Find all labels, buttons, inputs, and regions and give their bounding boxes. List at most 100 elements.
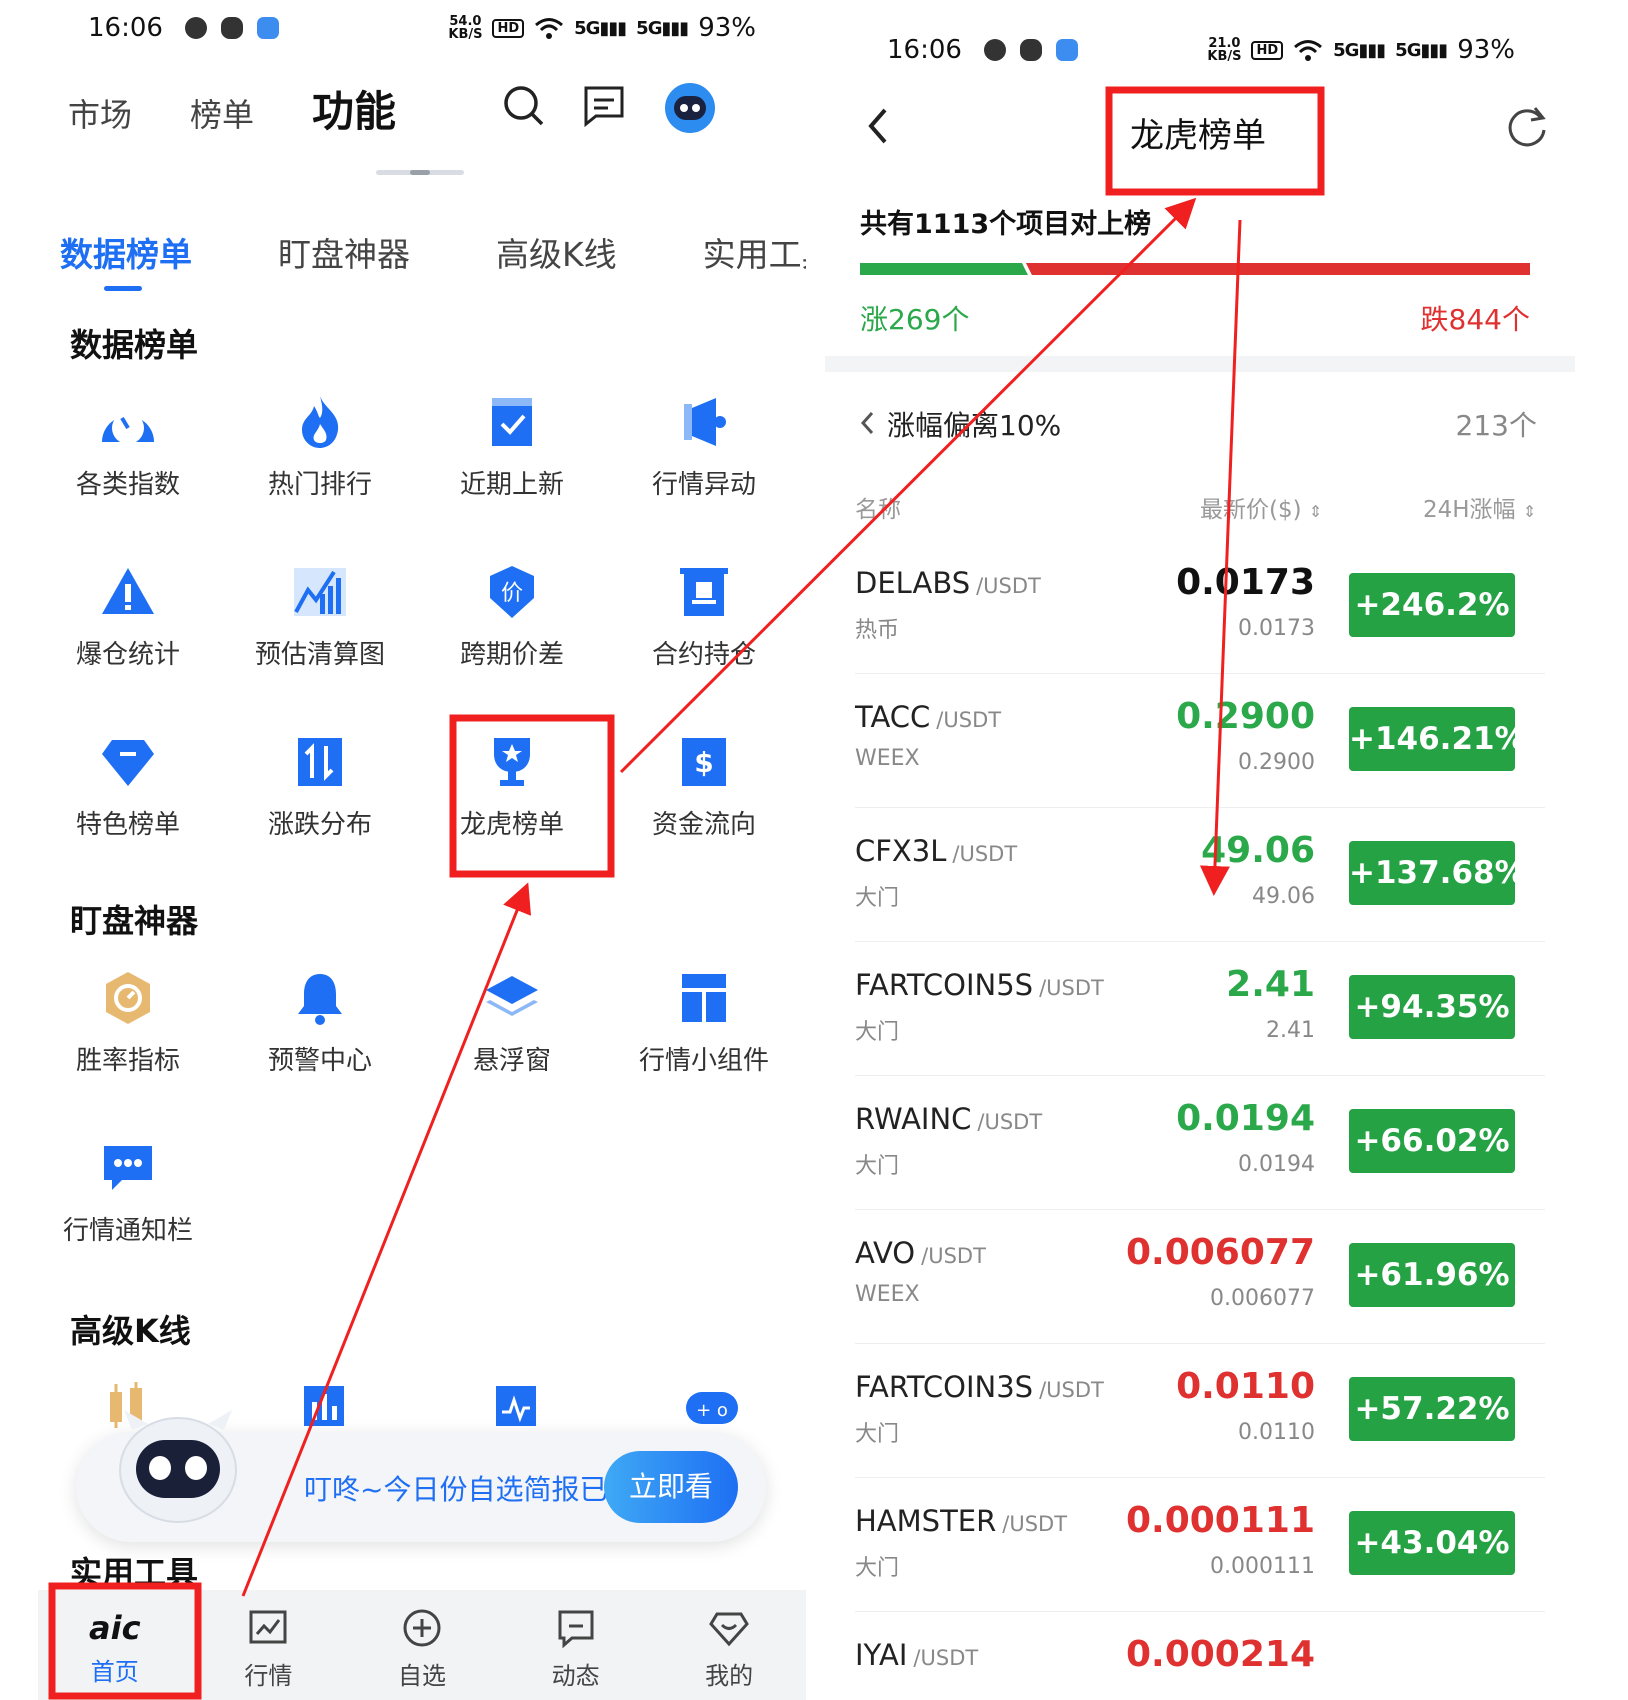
view-now-button[interactable]: 立即看: [604, 1451, 738, 1523]
item-alert-center[interactable]: 预警中心: [230, 970, 410, 1077]
aic-logo-icon: aic: [89, 1609, 141, 1647]
warning-icon: [102, 568, 154, 614]
symbol: HAMSTER/USDT: [855, 1504, 1068, 1538]
table-row[interactable]: DELABS/USDT 热币 0.0173 0.0173 +246.2%: [855, 540, 1545, 674]
table-row[interactable]: FARTCOIN5S/USDT 大门 2.41 2.41 +94.35%: [855, 942, 1545, 1076]
item-up-down-distribution[interactable]: 涨跌分布: [230, 734, 410, 841]
app-notif-icon: [184, 17, 207, 39]
table-row[interactable]: RWAINC/USDT 大门 0.0194 0.0194 +66.02%: [855, 1076, 1545, 1210]
subtab-watch[interactable]: 盯盘神器: [278, 228, 410, 276]
exchange: 大门: [855, 1422, 900, 1447]
app-notif-icon: [1055, 39, 1078, 61]
table-row[interactable]: CFX3L/USDT 大门 49.06 49.06 +137.68%: [855, 808, 1545, 942]
item-fund-flow[interactable]: $ 资金流向: [614, 734, 794, 841]
item-open-interest[interactable]: 合约持仓: [614, 564, 794, 671]
document-stamp-icon: [680, 568, 728, 616]
subtab-tools[interactable]: 实用工具: [703, 228, 806, 276]
item-widget[interactable]: 行情小组件: [614, 970, 794, 1077]
status-time: 16:06: [887, 35, 962, 65]
item-spread[interactable]: 价 跨期价差: [422, 564, 602, 671]
chart-icon: [249, 1610, 287, 1644]
layers-icon: [486, 976, 538, 1016]
avatar[interactable]: [664, 82, 716, 134]
signal-icon: 5G▮▮▮: [636, 17, 689, 39]
right-screen: 16:06 21.0 KB/S HD 5G▮▮▮ 5G▮▮▮ 93% 龙虎榜单 共…: [825, 0, 1575, 1700]
left-screen: 16:06 54.0 KB/S HD 5G▮▮▮ 5G▮▮▮ 93% 市场 榜单 …: [38, 0, 806, 1700]
profile-diamond-icon: [709, 1612, 750, 1647]
nav-home[interactable]: aic 首页: [38, 1590, 192, 1700]
nav-label: 行情: [244, 1662, 293, 1690]
table-row[interactable]: AVO/USDT WEEX 0.006077 0.006077 +61.96%: [855, 1210, 1545, 1344]
col-name[interactable]: 名称: [855, 490, 901, 524]
wechat-icon: [220, 17, 243, 39]
tab-market[interactable]: 市场: [68, 90, 132, 136]
message-icon[interactable]: [582, 84, 626, 128]
item-new-listings[interactable]: 近期上新: [422, 394, 602, 501]
item-indices[interactable]: 各类指数: [38, 394, 218, 501]
symbol: AVO/USDT: [855, 1236, 986, 1270]
net-speed: 54.0 KB/S: [448, 14, 483, 42]
app-notif-icon: [256, 17, 279, 39]
subtab-kline[interactable]: 高级K线: [496, 228, 617, 276]
refresh-icon[interactable]: [1505, 104, 1549, 148]
table-row[interactable]: FARTCOIN3S/USDT 大门 0.0110 0.0110 +57.22%: [855, 1344, 1545, 1478]
change-badge: +94.35%: [1349, 975, 1515, 1039]
flame-icon: [302, 396, 339, 448]
item-liquidation-map[interactable]: 预估清算图: [230, 564, 410, 671]
col-price[interactable]: 最新价($) ⇕: [1200, 490, 1322, 524]
table-row[interactable]: IYAI/USDT 0.000214: [855, 1612, 1545, 1700]
feed-icon: [558, 1610, 594, 1649]
bar-chart-icon[interactable]: [300, 1382, 348, 1430]
filter-label[interactable]: 涨幅偏离10%: [887, 404, 1061, 444]
nav-me[interactable]: 我的: [652, 1590, 806, 1700]
item-win-rate[interactable]: 胜率指标: [38, 970, 218, 1077]
latest-price: 0.2900: [1176, 696, 1315, 737]
search-icon[interactable]: [502, 84, 546, 128]
tab-rank[interactable]: 榜单: [190, 90, 254, 136]
item-label: 热门排行: [267, 470, 372, 500]
gamepad-icon[interactable]: + o: [684, 1384, 740, 1428]
subtab-data-rank[interactable]: 数据榜单: [60, 228, 192, 276]
status-bar: 16:06 21.0 KB/S HD 5G▮▮▮ 5G▮▮▮ 93%: [825, 22, 1575, 78]
svg-text:+ o: + o: [696, 1400, 728, 1421]
item-dragon-tiger-rank[interactable]: 龙虎榜单: [422, 734, 602, 841]
divider: [825, 356, 1575, 372]
item-notification-bar[interactable]: 行情通知栏: [38, 1140, 218, 1247]
up-down-ratio-bar: [860, 263, 1530, 275]
symbol: RWAINC/USDT: [855, 1102, 1043, 1136]
section-title-tools: 实用工具: [70, 1554, 199, 1592]
wifi-icon: [1294, 40, 1323, 61]
item-hot-rank[interactable]: 热门排行: [230, 394, 410, 501]
chevron-left-icon[interactable]: [859, 410, 875, 436]
plus-circle-icon: [403, 1609, 441, 1647]
table-row[interactable]: HAMSTER/USDT 大门 0.000111 0.000111 +43.04%: [855, 1478, 1545, 1612]
signal-icon: 5G▮▮▮: [574, 17, 627, 39]
nav-market[interactable]: 行情: [192, 1590, 346, 1700]
exchange: 大门: [855, 1020, 900, 1045]
line-chart-icon[interactable]: [492, 1382, 540, 1430]
wechat-icon: [1019, 39, 1042, 61]
nav-label: 首页: [90, 1658, 139, 1686]
tab-function[interactable]: 功能: [312, 78, 396, 139]
drag-handle[interactable]: [376, 170, 464, 175]
table-row[interactable]: TACC/USDT WEEX 0.2900 0.2900 +146.21%: [855, 674, 1545, 808]
item-featured-rank[interactable]: 特色榜单: [38, 734, 218, 841]
item-floating-window[interactable]: 悬浮窗: [422, 970, 602, 1077]
exchange: 大门: [855, 886, 900, 911]
status-time: 16:06: [88, 13, 163, 43]
item-market-alerts[interactable]: 行情异动: [614, 394, 794, 501]
back-icon[interactable]: [865, 106, 891, 146]
item-label: 行情小组件: [638, 1046, 769, 1076]
latest-price: 0.0173: [1176, 562, 1315, 603]
symbol: FARTCOIN3S/USDT: [855, 1370, 1104, 1404]
item-liquidation-stats[interactable]: 爆仓统计: [38, 564, 218, 671]
calendar-check-icon: [492, 398, 532, 446]
col-change[interactable]: 24H涨幅 ⇕: [1423, 490, 1536, 524]
latest-price: 0.006077: [1125, 1232, 1315, 1273]
item-label: 合约持仓: [651, 640, 756, 670]
nav-feed[interactable]: 动态: [499, 1590, 653, 1700]
change-badge: +66.02%: [1349, 1109, 1515, 1173]
nav-watchlist[interactable]: 自选: [345, 1590, 499, 1700]
chart-bars-icon: [294, 568, 346, 616]
section-title-kline: 高级K线: [70, 1312, 191, 1350]
